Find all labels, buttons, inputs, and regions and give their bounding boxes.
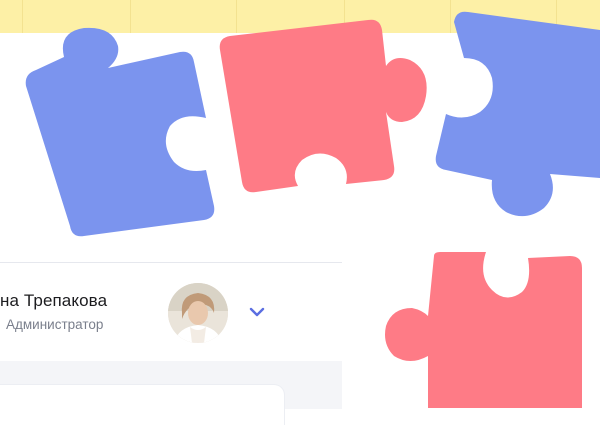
puzzle-piece-icon xyxy=(382,252,582,408)
user-role: Администратор xyxy=(6,317,104,332)
avatar[interactable] xyxy=(168,283,228,343)
user-header: на Трепакова Администратор xyxy=(0,263,342,361)
chevron-down-icon xyxy=(249,307,265,317)
band-divider xyxy=(22,0,23,33)
content-card xyxy=(0,385,284,425)
account-menu-button[interactable] xyxy=(244,299,270,325)
user-name: на Трепакова xyxy=(0,291,108,310)
app-panel: на Трепакова Администратор xyxy=(0,262,342,425)
puzzle-piece-icon xyxy=(218,19,430,196)
puzzle-piece-icon xyxy=(24,22,215,238)
puzzle-piece-icon xyxy=(434,8,600,218)
